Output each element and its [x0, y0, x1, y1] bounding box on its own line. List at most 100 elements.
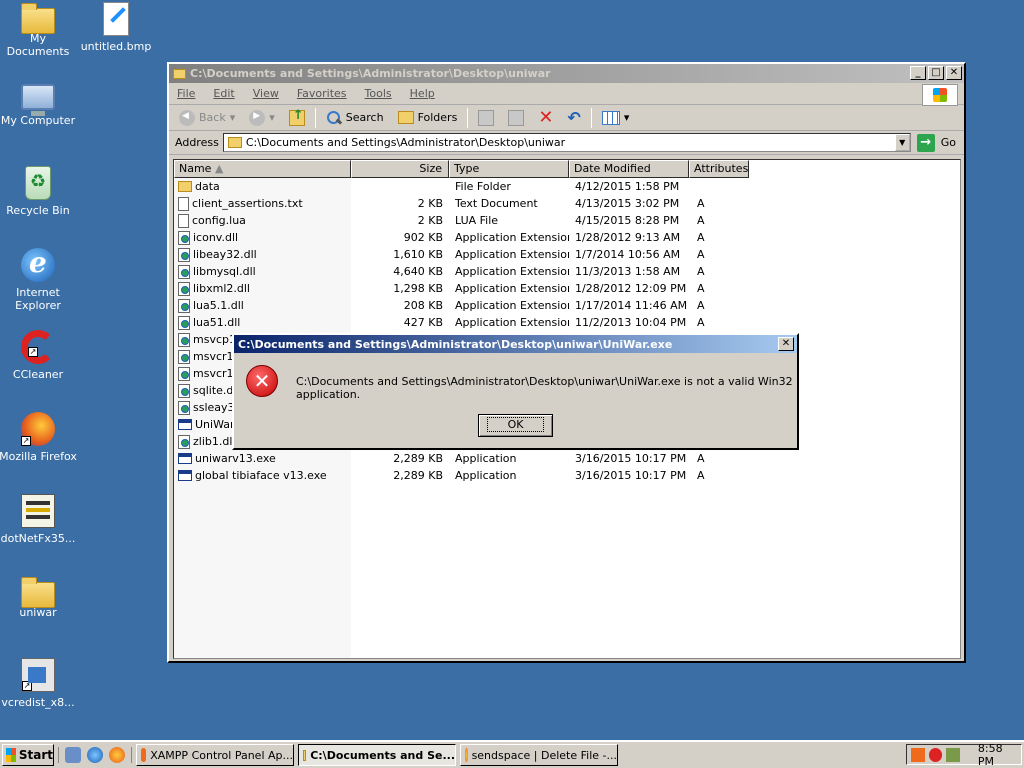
- move-to-button[interactable]: [474, 107, 498, 129]
- search-button[interactable]: Search: [322, 107, 388, 129]
- desktop-icon-label: dotNetFx35...: [0, 532, 76, 545]
- menu-bar: File Edit View Favorites Tools Help: [169, 83, 964, 106]
- delete-button[interactable]: ✕: [534, 107, 557, 129]
- file-name-label: libeay32.dll: [193, 248, 257, 261]
- dialog-close-button[interactable]: ✕: [778, 337, 794, 351]
- column-header-attributes[interactable]: Attributes: [689, 160, 749, 178]
- up-folder-button[interactable]: [285, 107, 309, 129]
- file-row[interactable]: data File Folder 4/12/2015 1:58 PM: [174, 178, 960, 195]
- desktop-icon-vcredist[interactable]: ↗ vcredist_x8...: [0, 658, 78, 709]
- menu-tools[interactable]: Tools: [365, 87, 392, 100]
- column-header-name[interactable]: Name ▲: [174, 160, 351, 178]
- file-date-modified: 1/17/2014 11:46 AM: [575, 299, 688, 312]
- file-row[interactable]: lua51.dll 427 KB Application Extension 11/2…: [174, 314, 960, 331]
- dialog-titlebar[interactable]: C:\Documents and Settings\Administrator\…: [234, 335, 797, 353]
- file-row[interactable]: libeay32.dll 1,610 KB Application Extensio…: [174, 246, 960, 263]
- menu-edit[interactable]: Edit: [213, 87, 234, 100]
- file-size: 902 KB: [403, 231, 443, 244]
- folder-icon: [227, 137, 242, 148]
- desktop-icon-recycle-bin[interactable]: Recycle Bin: [0, 166, 78, 217]
- file-size: 1,610 KB: [393, 248, 443, 261]
- file-date-modified: 11/2/2013 10:04 PM: [575, 316, 687, 329]
- file-type: LUA File: [455, 214, 499, 227]
- maximize-button[interactable]: □: [928, 66, 944, 80]
- back-button[interactable]: Back ▾: [175, 107, 239, 129]
- address-bar: Address C:\Documents and Settings\Admini…: [169, 131, 964, 155]
- file-name-label: client_assertions.txt: [192, 197, 303, 210]
- file-attributes: A: [697, 231, 705, 244]
- file-date-modified: 4/15/2015 8:28 PM: [575, 214, 680, 227]
- menu-favorites[interactable]: Favorites: [297, 87, 347, 100]
- column-header-size[interactable]: Size: [351, 160, 449, 178]
- desktop-icon-internet-explorer[interactable]: Internet Explorer: [0, 246, 78, 312]
- explorer-titlebar[interactable]: C:\Documents and Settings\Administrator\…: [169, 64, 964, 83]
- file-name: iconv.dll: [174, 230, 351, 245]
- folder-icon: [303, 749, 307, 761]
- file-type: Application Extension: [455, 248, 569, 261]
- copy-to-button[interactable]: [504, 107, 528, 129]
- task-button-xampp[interactable]: XAMPP Control Panel Ap...: [136, 744, 294, 766]
- column-header-type[interactable]: Type: [449, 160, 569, 178]
- internet-explorer-icon[interactable]: [87, 747, 103, 763]
- desktop-icon-label: Internet Explorer: [15, 286, 61, 312]
- minimize-button[interactable]: _: [910, 66, 926, 80]
- show-desktop-icon[interactable]: [65, 747, 81, 763]
- file-attributes: A: [697, 299, 705, 312]
- file-name-label: lua5.1.dll: [193, 299, 244, 312]
- file-attributes: A: [697, 316, 705, 329]
- task-button-sendspace[interactable]: sendspace | Delete File -...: [460, 744, 618, 766]
- file-row[interactable]: global tibiaface v13.exe 2,289 KB Applicat…: [174, 467, 960, 484]
- file-name-label: config.lua: [192, 214, 246, 227]
- desktop-icon-dotnetfx35[interactable]: dotNetFx35...: [0, 494, 78, 545]
- file-name: lua5.1.dll: [174, 298, 351, 313]
- ccleaner-tray-icon[interactable]: [928, 747, 943, 762]
- clock[interactable]: 8:58 PM: [978, 742, 1021, 768]
- menu-file[interactable]: File: [177, 87, 195, 100]
- desktop-icon-mozilla-firefox[interactable]: ↗ Mozilla Firefox: [0, 412, 78, 463]
- views-icon: [601, 110, 620, 125]
- file-name: libeay32.dll: [174, 247, 351, 262]
- firefox-icon[interactable]: [109, 747, 125, 763]
- toolbar-separator: [314, 107, 316, 128]
- column-header-date-modified[interactable]: Date Modified: [569, 160, 689, 178]
- shortcut-arrow-icon: ↗: [22, 681, 32, 691]
- address-dropdown-button[interactable]: ▼: [894, 134, 910, 151]
- ok-button[interactable]: OK: [478, 414, 553, 437]
- file-row[interactable]: libmysql.dll 4,640 KB Application Extensio…: [174, 263, 960, 280]
- file-size: 1,298 KB: [393, 282, 443, 295]
- xampp-tray-icon[interactable]: [911, 747, 925, 762]
- desktop-icon-my-documents[interactable]: My Documents: [0, 2, 78, 58]
- task-button-explorer[interactable]: C:\Documents and Se...: [298, 744, 456, 766]
- desktop-icon-my-computer[interactable]: My Computer: [0, 84, 78, 127]
- chevron-down-icon: ▾: [623, 111, 630, 124]
- file-row[interactable]: uniwarv13.exe 2,289 KB Application 3/16/201…: [174, 450, 960, 467]
- address-value: C:\Documents and Settings\Administrator\…: [245, 136, 566, 149]
- address-input[interactable]: C:\Documents and Settings\Administrator\…: [222, 133, 911, 152]
- chevron-down-icon: ▾: [269, 111, 275, 124]
- undo-button[interactable]: ↶: [563, 107, 584, 129]
- installer-icon: [21, 494, 55, 528]
- go-button[interactable]: → Go: [915, 133, 964, 152]
- views-button[interactable]: ▾: [598, 107, 634, 129]
- file-row[interactable]: client_assertions.txt 2 KB Text Document 4/…: [174, 195, 960, 212]
- folders-button[interactable]: Folders: [394, 107, 462, 129]
- desktop-icon-untitled-bmp[interactable]: untitled.bmp: [76, 2, 156, 53]
- network-tray-icon[interactable]: [946, 747, 960, 762]
- file-row[interactable]: libxml2.dll 1,298 KB Application Extension…: [174, 280, 960, 297]
- file-row[interactable]: iconv.dll 902 KB Application Extension 1/28…: [174, 229, 960, 246]
- error-dialog[interactable]: C:\Documents and Settings\Administrator\…: [232, 333, 799, 450]
- desktop-icon-ccleaner[interactable]: ↗ CCleaner: [0, 330, 78, 381]
- desktop-icon-uniwar[interactable]: uniwar: [0, 576, 78, 619]
- start-button[interactable]: Start: [2, 744, 54, 766]
- forward-arrow-icon: [249, 109, 266, 126]
- go-label: Go: [940, 136, 956, 149]
- dialog-message: C:\Documents and Settings\Administrator\…: [296, 375, 793, 401]
- file-size: 2 KB: [417, 214, 443, 227]
- file-row[interactable]: config.lua 2 KB LUA File 4/15/2015 8:28 PM A: [174, 212, 960, 229]
- file-row[interactable]: lua5.1.dll 208 KB Application Extension 1/1…: [174, 297, 960, 314]
- forward-button[interactable]: ▾: [245, 107, 279, 129]
- close-button[interactable]: ✕: [946, 66, 962, 80]
- menu-view[interactable]: View: [253, 87, 279, 100]
- column-header-label: Name: [179, 162, 212, 175]
- menu-help[interactable]: Help: [410, 87, 435, 100]
